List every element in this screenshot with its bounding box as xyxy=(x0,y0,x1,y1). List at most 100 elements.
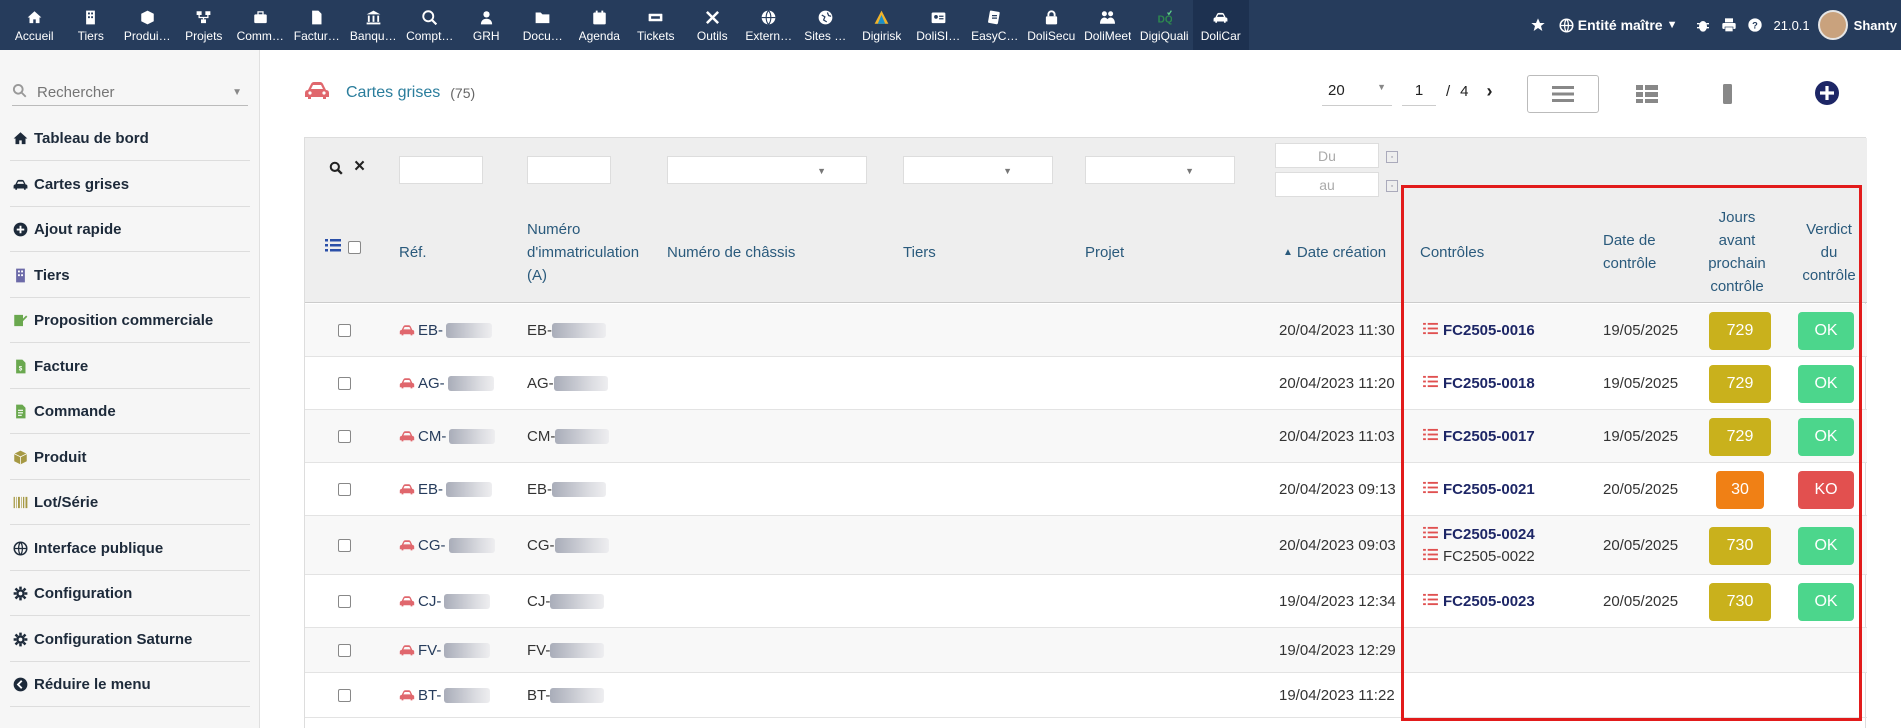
row-checkbox[interactable] xyxy=(338,482,351,496)
left-menu-item-7[interactable]: Produit xyxy=(10,436,250,480)
top-menu-item-14[interactable]: Sites … xyxy=(797,0,854,50)
top-menu-item-3[interactable]: Projets xyxy=(176,0,233,50)
top-menu-item-15[interactable]: Digirisk xyxy=(854,0,911,50)
immat-filter[interactable] xyxy=(527,156,611,184)
ref-link[interactable]: FV- xyxy=(399,642,491,659)
top-menu-item-18[interactable]: DoliSecu xyxy=(1023,0,1080,50)
row-checkbox[interactable] xyxy=(338,643,351,657)
page-number-input[interactable]: 1 xyxy=(1402,76,1436,106)
calendar-icon[interactable]: ▫ xyxy=(1386,151,1398,163)
left-menu-item-4[interactable]: Proposition commerciale xyxy=(10,299,250,343)
left-menu-item-9[interactable]: Interface publique xyxy=(10,527,250,571)
projet-filter[interactable]: ▼ xyxy=(1085,156,1235,184)
top-menu-item-21[interactable]: DoliCar xyxy=(1192,0,1249,50)
column-immat[interactable]: Numéro d'immatriculation (A) xyxy=(527,218,639,287)
left-menu-item-12[interactable]: Réduire le menu xyxy=(10,663,250,707)
top-menu-item-0[interactable]: Accueil xyxy=(6,0,63,50)
left-menu-item-3[interactable]: Tiers xyxy=(10,254,250,298)
control-link[interactable]: FC2505-0017 xyxy=(1423,428,1535,445)
add-button[interactable] xyxy=(1814,80,1840,106)
control-link[interactable]: FC2505-0023 xyxy=(1423,593,1535,610)
top-menu-item-4[interactable]: Comm… xyxy=(232,0,289,50)
row-checkbox[interactable] xyxy=(338,688,351,702)
top-menu-item-2[interactable]: Produi… xyxy=(119,0,176,50)
chassis-filter[interactable]: ▼ xyxy=(667,156,867,184)
left-menu-item-2[interactable]: Ajout rapide xyxy=(10,208,250,252)
entity-selector[interactable]: Entité maître ▼ xyxy=(1559,17,1678,33)
avatar[interactable] xyxy=(1817,10,1848,40)
ref-filter[interactable] xyxy=(399,156,483,184)
top-menu-item-10[interactable]: Agenda xyxy=(571,0,628,50)
username[interactable]: Shanty xyxy=(1854,18,1897,33)
date-from-filter[interactable]: Du xyxy=(1275,143,1379,168)
row-checkbox[interactable] xyxy=(338,594,351,608)
column-ref[interactable]: Réf. xyxy=(399,241,427,264)
ref-link[interactable]: CJ- xyxy=(399,593,491,610)
search-input[interactable] xyxy=(37,84,217,101)
top-menu-item-19[interactable]: DoliMeet xyxy=(1080,0,1137,50)
column-date-controle[interactable]: Date de contrôle xyxy=(1603,229,1656,275)
print-icon[interactable] xyxy=(1718,14,1740,36)
list-check-icon[interactable] xyxy=(325,238,341,257)
chevron-down-icon[interactable]: ▼ xyxy=(232,87,242,98)
left-menu-item-1[interactable]: Cartes grises xyxy=(10,163,250,207)
top-menu-item-7[interactable]: Compt… xyxy=(402,0,459,50)
date-to-filter[interactable]: au xyxy=(1275,172,1379,197)
calendar-icon[interactable]: ▫ xyxy=(1386,180,1398,192)
tiers-filter[interactable]: ▼ xyxy=(903,156,1053,184)
row-checkbox[interactable] xyxy=(338,429,351,443)
clear-filter-icon[interactable]: × xyxy=(354,156,365,178)
left-menu-item-11[interactable]: Configuration Saturne xyxy=(10,618,250,662)
redacted-text xyxy=(444,687,491,703)
control-link[interactable]: FC2505-0018 xyxy=(1423,375,1535,392)
column-chassis[interactable]: Numéro de châssis xyxy=(667,241,795,264)
kanban-view-button[interactable] xyxy=(1611,75,1683,113)
top-menu-item-6[interactable]: Banqu… xyxy=(345,0,402,50)
top-menu-item-5[interactable]: Factur… xyxy=(289,0,346,50)
ref-link[interactable]: EB- xyxy=(399,322,493,339)
help-icon[interactable]: ? xyxy=(1744,14,1766,36)
column-tiers[interactable]: Tiers xyxy=(903,241,936,264)
search-box[interactable]: ▼ xyxy=(12,80,248,106)
ref-link[interactable]: CG- xyxy=(399,537,495,554)
top-menu-item-17[interactable]: EasyC… xyxy=(967,0,1024,50)
left-menu-item-6[interactable]: Commande xyxy=(10,390,250,434)
control-link[interactable]: FC2505-0022 xyxy=(1423,548,1535,565)
column-verdict[interactable]: Verdict du contrôle xyxy=(1793,218,1865,287)
control-date-cell: 19/05/2025 xyxy=(1603,321,1679,339)
column-controles[interactable]: Contrôles xyxy=(1420,241,1484,264)
column-date-creation[interactable]: ▲ Date création xyxy=(1283,241,1386,264)
column-jours[interactable]: Jours avant prochain contrôle xyxy=(1701,206,1773,298)
search-icon[interactable] xyxy=(329,161,343,180)
top-menu-item-12[interactable]: Outils xyxy=(684,0,741,50)
mobile-view-button[interactable] xyxy=(1691,75,1763,113)
top-menu-item-8[interactable]: GRH xyxy=(458,0,515,50)
column-projet[interactable]: Projet xyxy=(1085,241,1124,264)
top-menu-item-13[interactable]: Extern… xyxy=(741,0,798,50)
top-menu-item-11[interactable]: Tickets xyxy=(628,0,685,50)
row-checkbox[interactable] xyxy=(338,538,351,552)
control-link[interactable]: FC2505-0016 xyxy=(1423,322,1535,339)
control-link[interactable]: FC2505-0024 xyxy=(1423,526,1535,543)
ref-link[interactable]: AG- xyxy=(399,375,494,392)
control-link[interactable]: FC2505-0021 xyxy=(1423,481,1535,498)
list-view-button[interactable] xyxy=(1527,75,1599,113)
page-size-select[interactable]: 20 ▼ xyxy=(1322,76,1392,106)
ref-link[interactable]: CM- xyxy=(399,428,496,445)
left-menu-item-5[interactable]: $ Facture xyxy=(10,345,250,389)
star-icon[interactable] xyxy=(1527,14,1549,36)
left-menu-item-0[interactable]: Tableau de bord xyxy=(10,117,250,161)
row-checkbox[interactable] xyxy=(338,376,351,390)
next-page-icon[interactable]: › xyxy=(1487,81,1493,102)
bug-icon[interactable] xyxy=(1692,14,1714,36)
select-all-checkbox[interactable] xyxy=(348,241,361,254)
top-menu-item-20[interactable]: DQ DigiQuali xyxy=(1136,0,1193,50)
top-menu-item-1[interactable]: Tiers xyxy=(63,0,120,50)
top-menu-item-9[interactable]: Docu… xyxy=(515,0,572,50)
row-checkbox[interactable] xyxy=(338,323,351,337)
left-menu-item-8[interactable]: Lot/Série xyxy=(10,481,250,525)
ref-link[interactable]: BT- xyxy=(399,687,491,704)
top-menu-item-16[interactable]: DoliSI… xyxy=(910,0,967,50)
left-menu-item-10[interactable]: Configuration xyxy=(10,572,250,616)
ref-link[interactable]: EB- xyxy=(399,481,493,498)
